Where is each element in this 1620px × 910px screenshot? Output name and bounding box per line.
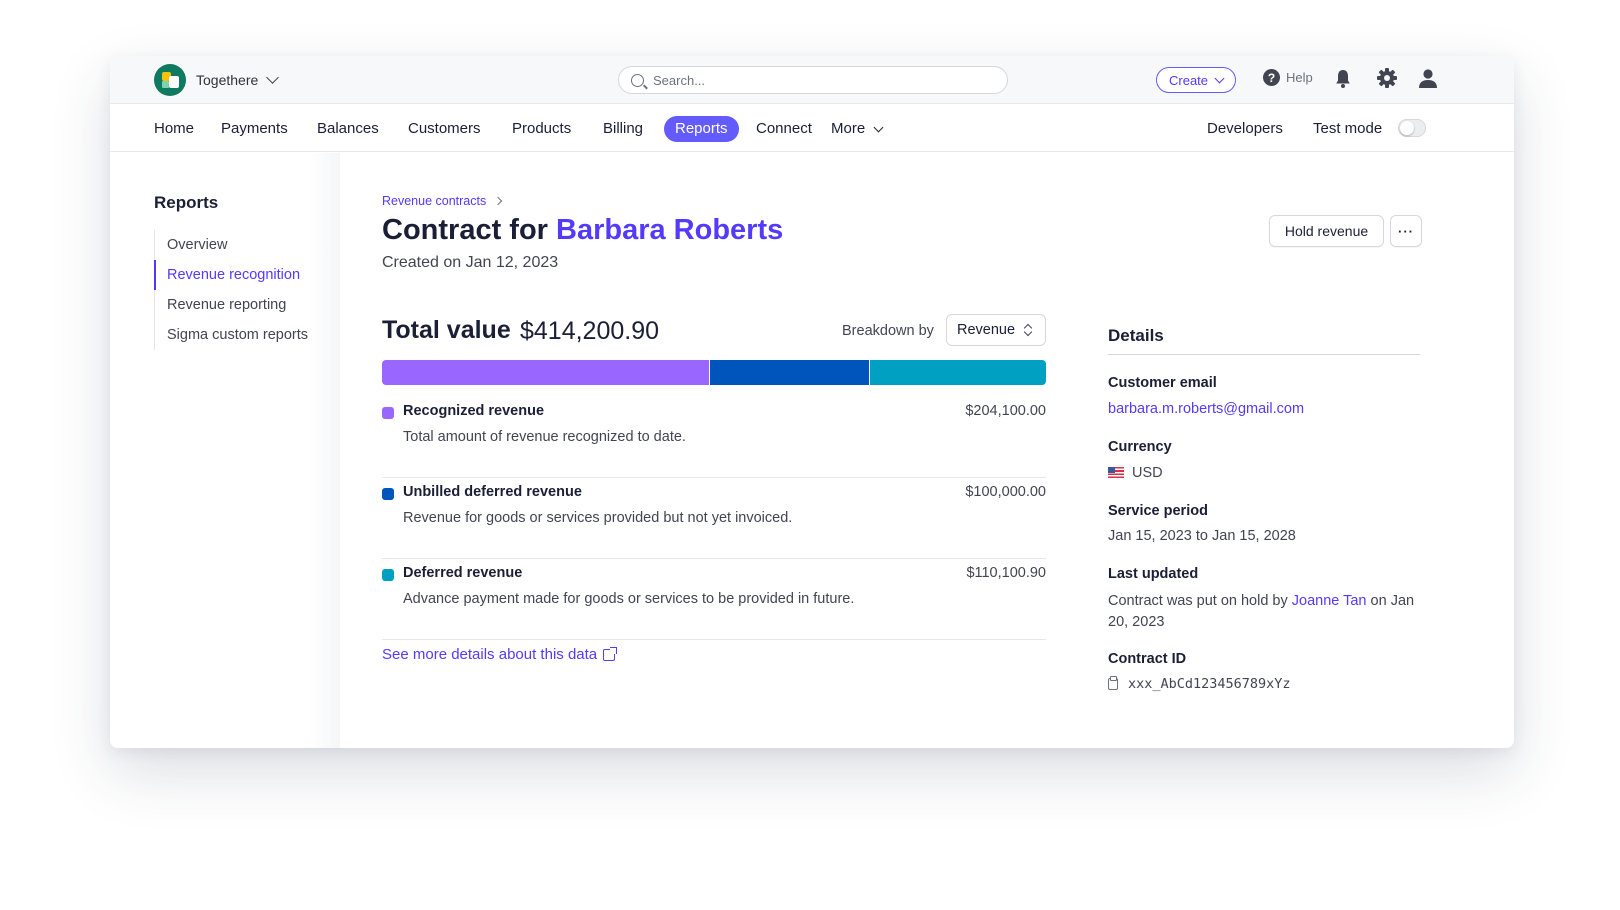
nav-customers[interactable]: Customers [397, 116, 492, 142]
create-button[interactable]: Create [1156, 67, 1237, 93]
main-nav: Home Payments Balances Customers Product… [110, 104, 1514, 152]
title-prefix: Contract for [382, 214, 548, 246]
test-mode-toggle[interactable] [1398, 119, 1426, 137]
contract-id-text: xxx_AbCd123456789xYz [1128, 676, 1291, 692]
revenue-row-description: Total amount of revenue recognized to da… [403, 429, 686, 445]
account-switcher[interactable]: Togethere [154, 64, 280, 96]
customer-email-link[interactable]: barbara.m.roberts@gmail.com [1108, 401, 1304, 417]
see-more-details-link[interactable]: See more details about this data [382, 646, 618, 663]
revenue-row-amount: $110,100.90 [966, 565, 1046, 581]
help-icon: ? [1263, 69, 1280, 86]
sidebar-item-overview[interactable]: Overview [155, 230, 308, 260]
nav-developers[interactable]: Developers [1196, 116, 1294, 142]
search-input[interactable] [653, 72, 973, 88]
currency-label: Currency [1108, 439, 1172, 455]
created-date: Created on Jan 12, 2023 [382, 254, 559, 271]
chevron-down-icon [1214, 73, 1225, 84]
last-updated-user-link[interactable]: Joanne Tan [1292, 593, 1367, 609]
app-window: Togethere Create ? Help [110, 56, 1514, 748]
revenue-row-amount: $100,000.00 [965, 484, 1046, 500]
customer-email-label: Customer email [1108, 375, 1217, 391]
nav-home[interactable]: Home [143, 116, 205, 142]
revenue-row-title: Recognized revenue [403, 403, 545, 419]
revenue-breakdown-bar [382, 360, 1046, 385]
nav-more-label: More [831, 120, 866, 137]
search-icon [631, 73, 644, 87]
legend-swatch [382, 569, 394, 581]
customer-name-link[interactable]: Barbara Roberts [556, 214, 783, 246]
us-flag-icon [1108, 467, 1124, 478]
see-more-label: See more details about this data [382, 646, 598, 663]
chevron-down-icon [266, 71, 280, 84]
sidebar-item-revenue-recognition[interactable]: Revenue recognition [154, 260, 308, 290]
breakdown-select[interactable]: Revenue [946, 314, 1046, 346]
revenue-row-recognized: Recognized revenue $204,100.00 Total amo… [382, 397, 1046, 478]
revenue-row-title: Unbilled deferred revenue [403, 484, 582, 500]
bar-segment-recognized [382, 360, 710, 385]
breakdown-label: Breakdown by [842, 323, 934, 339]
clipboard-icon[interactable] [1108, 676, 1118, 690]
revenue-row-unbilled-deferred: Unbilled deferred revenue $100,000.00 Re… [382, 478, 1046, 559]
details-title: Details [1108, 326, 1164, 345]
chevron-up-down-icon [1023, 323, 1033, 337]
revenue-row-deferred: Deferred revenue $110,100.90 Advance pay… [382, 559, 1046, 640]
breadcrumb: Revenue contracts [382, 194, 503, 208]
page-title: Contract for Barbara Roberts [382, 214, 783, 247]
last-updated-value: Contract was put on hold by Joanne Tan o… [1108, 591, 1424, 633]
contract-id-label: Contract ID [1108, 651, 1187, 667]
nav-billing[interactable]: Billing [592, 116, 654, 142]
total-value-amount: $414,200.90 [520, 317, 660, 345]
sidebar-item-sigma-custom-reports[interactable]: Sigma custom reports [155, 320, 308, 350]
account-name: Togethere [196, 72, 259, 88]
nav-payments[interactable]: Payments [210, 116, 299, 142]
help-button[interactable]: ? Help [1263, 69, 1313, 86]
top-bar: Togethere Create ? Help [110, 56, 1514, 104]
legend-swatch [382, 488, 394, 500]
last-updated-label: Last updated [1108, 566, 1199, 582]
hold-revenue-button[interactable]: Hold revenue [1269, 215, 1384, 247]
test-mode-label: Test mode [1313, 120, 1383, 137]
search-bar[interactable] [618, 66, 1008, 94]
nav-connect[interactable]: Connect [745, 116, 823, 142]
account-logo-icon [154, 64, 186, 96]
gear-icon[interactable] [1376, 67, 1398, 89]
bar-segment-deferred [869, 360, 1046, 385]
bell-icon[interactable] [1334, 68, 1352, 90]
user-icon[interactable] [1417, 67, 1439, 89]
last-updated-prefix: Contract was put on hold by [1108, 593, 1288, 609]
service-period-value: Jan 15, 2023 to Jan 15, 2028 [1108, 528, 1296, 544]
bar-segment-unbilled-deferred [709, 360, 870, 385]
service-period-label: Service period [1108, 503, 1208, 519]
total-value-label: Total value [382, 316, 511, 344]
revenue-row-description: Revenue for goods or services provided b… [403, 510, 793, 526]
chevron-right-icon [493, 196, 503, 206]
revenue-row-title: Deferred revenue [403, 565, 523, 581]
breadcrumb-revenue-contracts[interactable]: Revenue contracts [382, 194, 486, 208]
more-actions-button[interactable]: ··· [1390, 215, 1422, 247]
contract-id-value: xxx_AbCd123456789xYz [1108, 676, 1291, 692]
revenue-row-amount: $204,100.00 [965, 403, 1046, 419]
chevron-down-icon [873, 122, 884, 132]
sidebar-item-revenue-reporting[interactable]: Revenue reporting [155, 290, 308, 320]
nav-balances[interactable]: Balances [306, 116, 390, 142]
sidebar-list: Overview Revenue recognition Revenue rep… [154, 230, 308, 350]
currency-value: USD [1108, 465, 1163, 481]
nav-more[interactable]: More [820, 116, 893, 142]
nav-products[interactable]: Products [501, 116, 582, 142]
help-label: Help [1286, 70, 1313, 85]
sidebar-shade [310, 153, 340, 748]
create-label: Create [1169, 72, 1209, 88]
currency-code: USD [1132, 465, 1163, 481]
sidebar-title: Reports [154, 193, 219, 212]
details-divider [1108, 354, 1420, 355]
revenue-row-description: Advance payment made for goods or servic… [403, 591, 855, 607]
external-link-icon [603, 646, 618, 661]
legend-swatch [382, 407, 394, 419]
nav-reports[interactable]: Reports [664, 116, 739, 142]
breakdown-selected: Revenue [957, 322, 1016, 338]
